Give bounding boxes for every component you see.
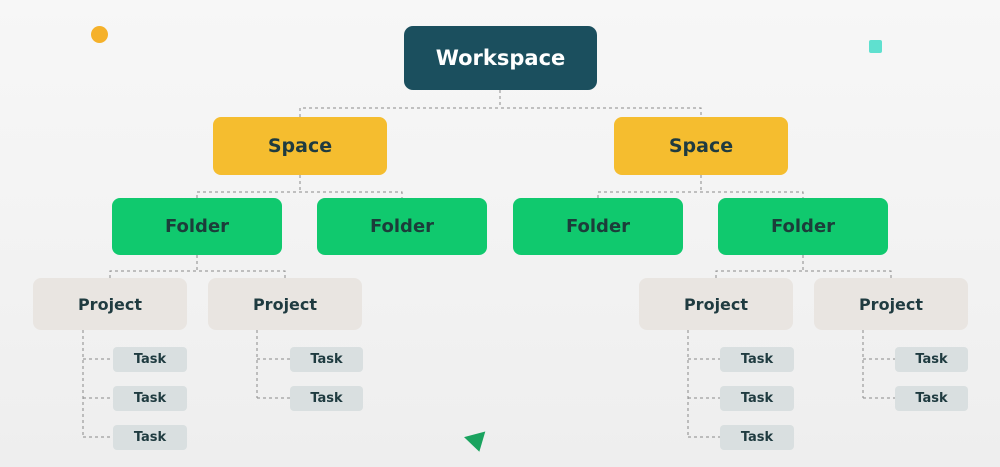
space-to-folder-connector xyxy=(597,175,804,198)
workspace-to-space-connector xyxy=(299,90,702,117)
project-to-task-connector xyxy=(256,330,290,399)
project-to-task-connector xyxy=(862,330,895,399)
project-node-2: Project xyxy=(208,278,362,330)
folder-node-3: Folder xyxy=(513,198,683,255)
project-node-3: Project xyxy=(639,278,793,330)
project-node-1: Project xyxy=(33,278,187,330)
folder-to-project-connector xyxy=(715,255,892,278)
folder-node-4: Folder xyxy=(718,198,888,255)
space-node-2: Space xyxy=(614,117,788,175)
task-node: Task xyxy=(720,425,794,450)
task-node: Task xyxy=(113,386,187,411)
task-node: Task xyxy=(290,347,363,372)
project-to-task-connector xyxy=(687,330,720,438)
project-to-task-connector xyxy=(82,330,113,438)
task-node: Task xyxy=(113,347,187,372)
space-to-folder-connector xyxy=(196,175,403,198)
task-node: Task xyxy=(113,425,187,450)
folder-node-2: Folder xyxy=(317,198,487,255)
space-node-1: Space xyxy=(213,117,387,175)
folder-node-1: Folder xyxy=(112,198,282,255)
task-node: Task xyxy=(895,386,968,411)
task-node: Task xyxy=(720,386,794,411)
task-node: Task xyxy=(895,347,968,372)
workspace-node: Workspace xyxy=(404,26,597,90)
folder-to-project-connector xyxy=(109,255,286,278)
task-node: Task xyxy=(720,347,794,372)
project-node-4: Project xyxy=(814,278,968,330)
task-node: Task xyxy=(290,386,363,411)
